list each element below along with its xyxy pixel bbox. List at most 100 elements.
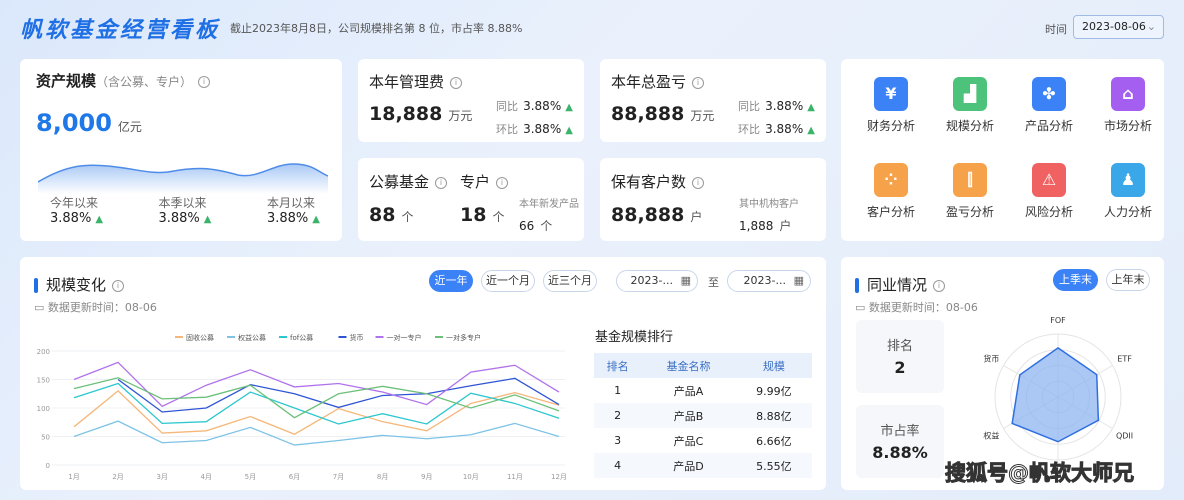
industry-panel: 同业情况 i ▭ 数据更新时间：08-06 上季末 上年末 排名 2 市占率 8.88… <box>841 257 1164 490</box>
date-from-value: 2023-... <box>630 274 673 287</box>
nav-warning[interactable]: ⚠ 风险分析 <box>1009 163 1089 220</box>
page-subtitle: 截止2023年8月8日，公司规模排名第 8 位，市占率 8.88% <box>230 22 523 35</box>
tab-last-year[interactable]: 上年末 <box>1106 269 1150 291</box>
chevron-down-icon: ⌄ <box>1146 20 1156 33</box>
yoy-value: 3.88% <box>523 99 562 113</box>
x-tick-label: 11月 <box>507 473 523 481</box>
y-tick-label: 0 <box>46 462 50 470</box>
info-icon[interactable]: i <box>198 75 211 88</box>
legend-label[interactable]: 权益公募 <box>238 333 266 342</box>
title-accent <box>855 278 859 293</box>
person-icon: ♟ <box>1111 163 1145 197</box>
calendar-icon: ▭ <box>34 301 48 314</box>
table-row[interactable]: 1 产品A 9.99亿 <box>594 378 812 403</box>
col-rank: 排名 <box>594 353 642 378</box>
profit-card: 本年总盈亏 i 88,888 万元 同比 3.88% ▲ 环比 3.88% ▲ <box>600 59 826 142</box>
clients-card: 保有客户数 i 88,888 户 其中机构客户 1,888 户 <box>600 158 826 241</box>
nav-store[interactable]: ⌂ 市场分析 <box>1088 77 1168 134</box>
yoy-label: 同比 <box>496 100 518 113</box>
x-tick-label: 2月 <box>112 473 123 481</box>
legend-label[interactable]: fof公募 <box>290 333 313 342</box>
range-1y-button[interactable]: 近一年 <box>429 270 473 292</box>
cell: 2 <box>594 403 642 428</box>
nav-candlestick[interactable]: ⫿ 盈亏分析 <box>930 163 1010 220</box>
info-icon[interactable]: i <box>496 176 509 189</box>
stat-mtd: 本月以来 3.88% ▲ <box>267 194 320 226</box>
y-tick-label: 50 <box>41 434 50 442</box>
stat-ytd: 今年以来 3.88% ▲ <box>50 194 103 226</box>
info-icon[interactable]: i <box>933 279 946 292</box>
legend-label[interactable]: 货币 <box>350 333 364 342</box>
cell: 产品A <box>673 384 704 398</box>
x-tick-label: 6月 <box>289 473 300 481</box>
y-tick-label: 200 <box>37 348 50 356</box>
mom-label: 环比 <box>496 123 518 136</box>
range-1m-button[interactable]: 近一个月 <box>481 270 535 292</box>
cell: 产品B <box>641 403 736 428</box>
public-fund-value: 88 <box>369 204 396 226</box>
scale-line-chart: 0 50 100 150 200 1月 2月 3月 4月 5月 6月 7月 8月 9月 10月 11月 12月 固… <box>37 333 567 481</box>
nav-label: 风险分析 <box>1024 205 1073 219</box>
x-tick-label: 9月 <box>421 473 432 481</box>
time-label: 时间 <box>1045 23 1067 36</box>
special-account-value: 18 <box>460 204 487 226</box>
nav-yen[interactable]: ¥ 财务分析 <box>851 77 931 134</box>
tab-last-quarter[interactable]: 上季末 <box>1053 269 1098 291</box>
arrow-up-icon: ▲ <box>565 125 573 136</box>
date-select[interactable]: 2023-08-06 ⌄ <box>1073 15 1164 39</box>
share-label: 市占率 <box>880 424 920 439</box>
industry-updated: 数据更新时间：08-06 <box>868 301 978 314</box>
info-icon[interactable]: i <box>435 176 448 189</box>
rank-box: 排名 2 <box>856 320 944 393</box>
x-tick-label: 4月 <box>201 473 212 481</box>
nav-grid[interactable]: ✤ 产品分析 <box>1009 77 1089 134</box>
stat-value: 3.88% <box>266 211 309 226</box>
date-to-input[interactable]: 2023-... ▦ <box>727 270 811 292</box>
cell: 产品D <box>641 453 736 478</box>
stat-label: 本季以来 <box>158 196 207 210</box>
nav-label: 人力分析 <box>1103 205 1152 219</box>
info-icon[interactable]: i <box>450 76 463 89</box>
radar-axis-label: 货币 <box>983 354 999 364</box>
nav-area-chart[interactable]: ▟ 规模分析 <box>930 77 1010 134</box>
candlestick-icon: ⫿ <box>953 163 987 197</box>
calendar-icon: ▦ <box>793 274 804 287</box>
table-row[interactable]: 4 产品D 5.55亿 <box>594 453 812 478</box>
radar-axis-label: FOF <box>1050 317 1066 325</box>
table-row[interactable]: 2 产品B 8.88亿 <box>594 403 812 428</box>
range-3m-button[interactable]: 近三个月 <box>543 270 597 292</box>
info-icon[interactable]: i <box>692 76 705 89</box>
arrow-up-icon: ▲ <box>312 214 320 225</box>
legend-label[interactable]: 一对多专户 <box>446 333 481 342</box>
nav-users[interactable]: ⁘ 客户分析 <box>851 163 931 220</box>
fee-card: 本年管理费 i 18,888 万元 同比 3.88% ▲ 环比 3.88% ▲ <box>358 59 584 142</box>
legend-label[interactable]: 一对一专户 <box>387 333 422 342</box>
info-icon[interactable]: i <box>112 279 125 292</box>
clients-title: 保有客户数 <box>611 173 687 191</box>
cell: 6.66亿 <box>756 434 792 448</box>
x-tick-label: 7月 <box>333 473 344 481</box>
profit-unit: 万元 <box>690 109 715 123</box>
fee-unit: 万元 <box>448 109 473 123</box>
table-row[interactable]: 3 产品C 6.66亿 <box>594 428 812 453</box>
cell: 产品C <box>673 434 704 448</box>
date-value: 2023-08-06 <box>1082 20 1146 33</box>
legend-label[interactable]: 固收公募 <box>186 333 214 342</box>
info-icon[interactable]: i <box>692 176 705 189</box>
title-accent <box>34 278 38 293</box>
y-tick-label: 100 <box>37 405 50 413</box>
cell: 8.88亿 <box>735 403 812 428</box>
x-tick-label: 1月 <box>68 473 79 481</box>
asset-stats: 今年以来 3.88% ▲ 本季以来 3.88% ▲ 本月以来 3.88% ▲ <box>50 194 340 226</box>
new-products-unit: 个 <box>540 219 553 233</box>
nav-label: 市场分析 <box>1103 119 1152 133</box>
radar-axis-label: 权益 <box>983 430 999 440</box>
arrow-up-icon: ▲ <box>807 125 815 136</box>
nav-person[interactable]: ♟ 人力分析 <box>1088 163 1168 220</box>
date-from-input[interactable]: 2023-... ▦ <box>616 270 698 292</box>
x-tick-label: 3月 <box>156 473 167 481</box>
fee-value: 18,888 <box>369 103 443 125</box>
mom-value: 3.88% <box>523 122 562 136</box>
clients-value: 88,888 <box>611 204 685 226</box>
scale-panel: 规模变化 i ▭ 数据更新时间：08-06 近一年 近一个月 近三个月 2023-… <box>20 257 826 490</box>
